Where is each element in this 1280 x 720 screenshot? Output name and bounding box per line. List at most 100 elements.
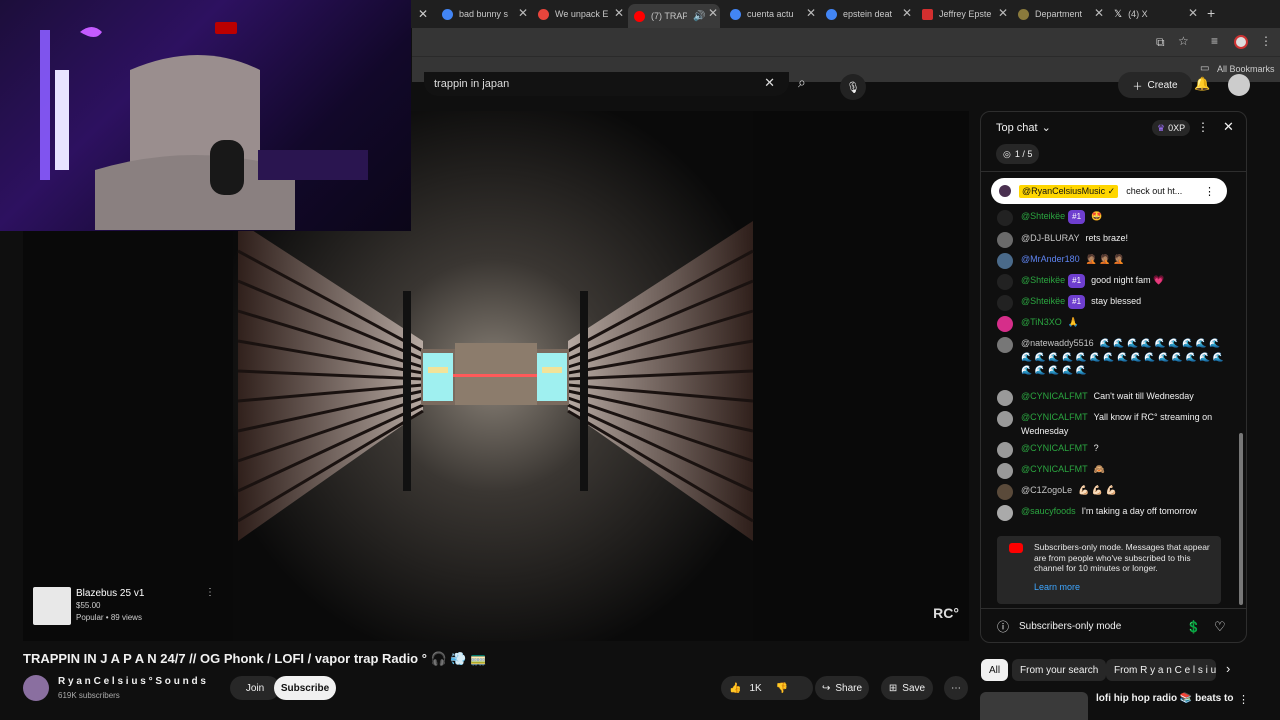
chip-from-your-search[interactable]: From your search	[1012, 659, 1107, 681]
pinned-message[interactable]: @RyanCelsiusMusic ✓ check out ht... ⋮	[991, 178, 1227, 204]
chat-author[interactable]: @natewaddy5516	[1021, 338, 1094, 348]
browser-tab-1[interactable]: bad bunny s ✕	[436, 4, 530, 24]
chat-message[interactable]: @CYNICALFMT?	[997, 442, 1227, 458]
chat-message[interactable]: @saucyfoods I'm taking a day off tomorrow	[997, 505, 1227, 521]
tab-close-icon[interactable]: ✕	[614, 6, 624, 20]
browser-tab-7[interactable]: Department ✕	[1012, 4, 1106, 24]
chat-message[interactable]: @TiN3XO 🙏	[997, 316, 1227, 332]
speaker-icon[interactable]: 🔊	[693, 11, 705, 22]
xp-value: 0XP	[1168, 123, 1186, 133]
dislike-icon[interactable]: 👎	[776, 683, 788, 694]
info-icon[interactable]: ⓘ	[997, 618, 1009, 635]
clear-search-icon[interactable]: ✕	[764, 75, 775, 91]
create-button[interactable]: ＋ Create	[1118, 72, 1192, 98]
more-menu-icon[interactable]: ⋮	[1260, 34, 1272, 48]
tab-title: epstein deat	[843, 9, 893, 19]
tab-close-icon[interactable]: ✕	[708, 6, 718, 20]
browser-tab-4[interactable]: cuenta actu ✕	[724, 4, 818, 24]
all-bookmarks-button[interactable]: All Bookmarks	[1217, 64, 1275, 74]
close-icon[interactable]: ✕	[418, 7, 428, 21]
browser-tab-2[interactable]: We unpack E ✕	[532, 4, 626, 24]
xp-badge[interactable]: ♛ 0XP	[1152, 120, 1191, 136]
chat-message[interactable]: @CYNICALFMT 🙈	[997, 463, 1227, 479]
chat-message-body: @CYNICALFMT 🙈	[1021, 463, 1105, 477]
chat-message[interactable]: @CYNICALFMT Can't wait till Wednesday	[997, 390, 1227, 406]
heart-icon[interactable]: ♡	[1214, 619, 1226, 635]
chat-mode-text: Subscribers-only mode	[1019, 621, 1122, 632]
chat-author[interactable]: @Shteikëe	[1021, 275, 1065, 285]
crown-icon: ♛	[1157, 122, 1166, 133]
install-app-icon[interactable]: ⧉	[1156, 35, 1165, 50]
notifications-bell-icon[interactable]: 🔔	[1194, 76, 1210, 92]
tab-close-icon[interactable]: ✕	[902, 6, 912, 20]
tab-close-icon[interactable]: ✕	[998, 6, 1008, 20]
recommended-title[interactable]: lofi hip hop radio 📚 beats to	[1096, 693, 1233, 704]
channel-watermark[interactable]: RC°	[933, 605, 959, 621]
chip-from-channel[interactable]: From R y a n C e l s i u s	[1106, 659, 1216, 681]
chat-author[interactable]: @CYNICALFMT	[1021, 391, 1088, 401]
google-icon	[442, 8, 453, 20]
chat-author[interactable]: @C1ZogoLe	[1021, 485, 1072, 495]
chat-more-icon[interactable]: ⋮	[1197, 120, 1209, 134]
chat-message[interactable]: @Shteikëe #1 🤩	[997, 210, 1227, 226]
chat-author[interactable]: @TiN3XO	[1021, 317, 1062, 327]
chat-author[interactable]: @Shteikëe	[1021, 296, 1065, 306]
like-icon[interactable]: 👍	[729, 683, 741, 694]
chat-message[interactable]: @natewaddy5516 🌊 🌊 🌊 🌊 🌊 🌊 🌊 🌊 🌊 🌊 🌊 🌊 🌊 …	[997, 337, 1227, 378]
new-tab-button[interactable]: +	[1207, 5, 1215, 21]
pinned-text: check out ht...	[1126, 186, 1183, 196]
account-avatar[interactable]	[1228, 74, 1250, 96]
chat-author[interactable]: @CYNICALFMT	[1021, 464, 1088, 474]
tab-title: Jeffrey Epste	[939, 9, 992, 19]
chat-author[interactable]: @Shteikëe	[1021, 211, 1065, 221]
tab-close-icon[interactable]: ✕	[1188, 6, 1198, 20]
save-button[interactable]: ⊞ Save	[881, 676, 933, 700]
top-chat-dropdown[interactable]: Top chat ⌄	[996, 121, 1051, 135]
search-input[interactable]: trappin in japan ✕	[424, 72, 789, 96]
chevron-right-icon[interactable]: ›	[1226, 661, 1230, 676]
microphone-icon[interactable]: 🎙	[840, 74, 866, 100]
subscribers-only-notice: Subscribers-only mode. Messages that app…	[997, 536, 1221, 604]
chat-author[interactable]: @DJ-BLURAY	[1021, 233, 1079, 243]
more-actions-button[interactable]: ⋯	[944, 676, 968, 700]
tab-close-icon[interactable]: ✕	[518, 6, 528, 20]
chat-author[interactable]: @CYNICALFMT	[1021, 412, 1088, 422]
browser-tab-6[interactable]: Jeffrey Epste ✕	[916, 4, 1010, 24]
chat-message[interactable]: @MrAnder180 🤦🏽 🤦🏽 🤦🏽	[997, 253, 1227, 269]
recommended-more-icon[interactable]: ⋮	[1238, 693, 1249, 706]
share-button[interactable]: ↪ Share	[815, 676, 869, 700]
channel-name[interactable]: R y a n C e l s i u s ° S o u n d s	[58, 676, 206, 687]
like-count[interactable]: 1K	[749, 683, 761, 694]
profile-avatar[interactable]	[1234, 35, 1248, 49]
close-chat-icon[interactable]: ✕	[1223, 119, 1234, 135]
browser-tab-youtube-active[interactable]: (7) TRAP 🔊 ✕	[628, 4, 720, 28]
super-chat-icon[interactable]: 💲	[1186, 620, 1201, 634]
join-button[interactable]: Join	[230, 676, 280, 700]
tab-close-icon[interactable]: ✕	[1094, 6, 1104, 20]
bookmark-star-icon[interactable]: ☆	[1178, 34, 1189, 48]
product-card[interactable]: Blazebus 25 v1 $55.00 Popular • 89 views…	[33, 587, 215, 627]
browser-tab-8[interactable]: 𝕏 (4) X ✕	[1108, 4, 1200, 24]
chat-author[interactable]: @saucyfoods	[1021, 506, 1076, 516]
subscribe-button[interactable]: Subscribe	[274, 676, 336, 700]
media-controls-icon[interactable]: ≡	[1211, 34, 1218, 48]
chat-message[interactable]: @Shteikëe #1 stay blessed	[997, 295, 1227, 311]
pinned-more-icon[interactable]: ⋮	[1204, 185, 1215, 198]
chat-message[interactable]: @DJ-BLURAY rets braze!	[997, 232, 1227, 248]
channel-avatar[interactable]	[23, 675, 49, 701]
product-more-icon[interactable]: ⋮	[205, 587, 215, 598]
chat-message[interactable]: @C1ZogoLe 💪🏻 💪🏻 💪🏻	[997, 484, 1227, 500]
chat-message[interactable]: @Shteikëe #1 good night fam 💗	[997, 274, 1227, 290]
learn-more-link[interactable]: Learn more	[1034, 582, 1213, 593]
search-icon[interactable]: ⌕	[798, 74, 806, 91]
recommended-thumbnail[interactable]	[980, 692, 1088, 720]
chat-message[interactable]: @CYNICALFMT Yall know if RC° streaming on…	[997, 411, 1227, 438]
chat-author[interactable]: @CYNICALFMT	[1021, 443, 1088, 453]
tab-close-icon[interactable]: ✕	[806, 6, 816, 20]
chip-all[interactable]: All	[981, 659, 1009, 681]
browser-toolbar: ⧉ ☆ ≡ ⋮	[412, 28, 1280, 56]
chat-scrollbar[interactable]	[1239, 433, 1243, 605]
chat-author[interactable]: @MrAnder180	[1021, 254, 1080, 264]
browser-tab-5[interactable]: epstein deat ✕	[820, 4, 914, 24]
poll-counter[interactable]: ◎ 1 / 5	[996, 144, 1040, 164]
